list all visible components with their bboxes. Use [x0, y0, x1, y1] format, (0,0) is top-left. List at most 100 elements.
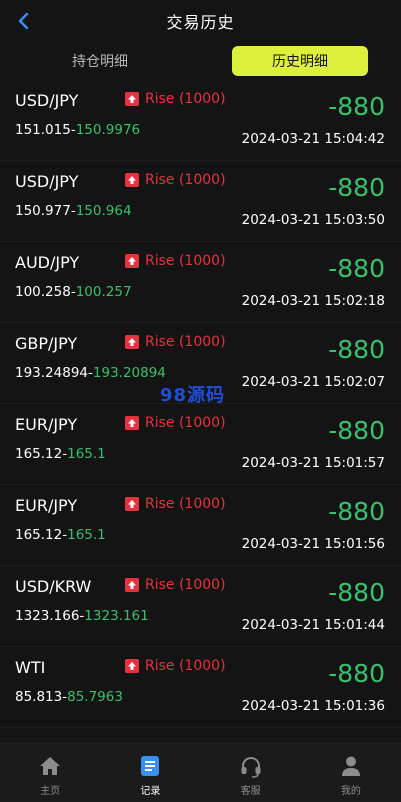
trade-time: 2024-03-21 15:02:18: [241, 293, 385, 309]
profit-loss: -880: [328, 416, 385, 445]
price-range: 193.24894-193.20894: [15, 365, 166, 381]
trade-time: 2024-03-21 15:01:36: [241, 698, 385, 714]
trade-time: 2024-03-21 15:01:57: [241, 455, 385, 471]
page-title: 交易历史: [166, 13, 235, 32]
open-price: 85.813: [15, 689, 63, 705]
open-price: 100.258: [15, 284, 71, 300]
close-price: 150.9976: [75, 122, 141, 138]
arrow-up-icon: [125, 92, 139, 106]
chevron-left-icon: [18, 12, 29, 30]
history-row[interactable]: USD/KRW Rise (1000) 1323.166-1323.161 -880 2…: [0, 566, 401, 647]
close-price: 150.964: [75, 203, 132, 219]
open-price: 165.12: [15, 527, 63, 543]
trade-time: 2024-03-21 15:02:07: [241, 374, 385, 390]
bottom-nav: 主页 记录 客服 我的: [0, 742, 401, 802]
profit-loss: -880: [328, 659, 385, 688]
trade-time: 2024-03-21 15:01:56: [241, 536, 385, 552]
trade-time: 2024-03-21 15:04:42: [241, 131, 385, 147]
price-range: 165.12-165.1: [15, 446, 106, 462]
history-row[interactable]: USD/JPY Rise (1000) 150.977-150.964 -880 202…: [0, 161, 401, 242]
arrow-up-icon: [125, 659, 139, 673]
close-price: 100.257: [75, 284, 132, 300]
direction-badge: Rise (1000): [125, 172, 226, 188]
nav-records-label: 记录: [140, 786, 161, 797]
direction-badge: Rise (1000): [125, 577, 226, 593]
direction-badge: Rise (1000): [125, 658, 226, 674]
nav-home-label: 主页: [40, 786, 61, 797]
back-button[interactable]: [12, 9, 34, 33]
direction-badge: Rise (1000): [125, 496, 226, 512]
nav-support-label: 客服: [240, 786, 261, 797]
user-icon: [341, 756, 360, 776]
open-price: 1323.166: [15, 608, 80, 624]
pair-symbol: WTI: [15, 658, 46, 677]
nav-records[interactable]: 记录: [100, 742, 200, 802]
close-price: 193.20894: [92, 365, 166, 381]
open-price: 165.12: [15, 446, 63, 462]
profit-loss: -880: [328, 173, 385, 202]
tab-bar: 持仓明细 历史明细: [0, 44, 401, 78]
arrow-up-icon: [125, 578, 139, 592]
nav-profile[interactable]: 我的: [301, 742, 401, 802]
nav-support[interactable]: 客服: [201, 742, 301, 802]
close-price: 165.1: [67, 527, 106, 543]
direction-label: Rise (1000): [145, 577, 226, 593]
direction-label: Rise (1000): [145, 172, 226, 188]
close-price: 165.1: [67, 446, 106, 462]
profit-loss: -880: [328, 578, 385, 607]
home-icon: [40, 757, 61, 775]
pair-symbol: GBP/JPY: [15, 334, 78, 353]
profit-loss: -880: [328, 254, 385, 283]
direction-label: Rise (1000): [145, 496, 226, 512]
pair-symbol: USD/JPY: [15, 172, 79, 191]
tab-holdings[interactable]: 持仓明细: [32, 46, 168, 76]
history-row[interactable]: AUD/JPY Rise (1000) 100.258-100.257 -880 202…: [0, 242, 401, 323]
price-range: 100.258-100.257: [15, 284, 132, 300]
trade-time: 2024-03-21 15:01:44: [241, 617, 385, 633]
arrow-up-icon: [125, 335, 139, 349]
pair-symbol: USD/KRW: [15, 577, 92, 596]
direction-label: Rise (1000): [145, 253, 226, 269]
history-row[interactable]: USD/JPY Rise (1000) 151.015-150.9976 -880 20…: [0, 80, 401, 161]
direction-badge: Rise (1000): [125, 253, 226, 269]
records-icon: [141, 756, 160, 776]
profit-loss: -880: [328, 335, 385, 364]
direction-badge: Rise (1000): [125, 334, 226, 350]
close-price: 85.7963: [67, 689, 123, 705]
tab-history[interactable]: 历史明细: [232, 46, 368, 76]
nav-profile-label: 我的: [340, 786, 361, 797]
price-range: 85.813-85.7963: [15, 689, 123, 705]
pair-symbol: EUR/JPY: [15, 415, 78, 434]
profit-loss: -880: [328, 92, 385, 121]
trade-time: 2024-03-21 15:03:50: [241, 212, 385, 228]
direction-label: Rise (1000): [145, 91, 226, 107]
price-range: 150.977-150.964: [15, 203, 132, 219]
nav-home[interactable]: 主页: [0, 742, 100, 802]
headset-icon: [241, 757, 261, 778]
history-row[interactable]: WTI Rise (1000) 85.813-85.7963 -880 2024-03-…: [0, 647, 401, 728]
open-price: 150.977: [15, 203, 71, 219]
history-row[interactable]: EUR/JPY Rise (1000) 165.12-165.1 -880 2024-0…: [0, 404, 401, 485]
watermark: 98源码: [160, 385, 226, 406]
arrow-up-icon: [125, 497, 139, 511]
profit-loss: -880: [328, 497, 385, 526]
header-bar: 交易历史: [0, 0, 401, 42]
pair-symbol: USD/JPY: [15, 91, 79, 110]
price-range: 1323.166-1323.161: [15, 608, 149, 624]
history-row[interactable]: EUR/JPY Rise (1000) 165.12-165.1 -880 2024-0…: [0, 485, 401, 566]
direction-label: Rise (1000): [145, 415, 226, 431]
arrow-up-icon: [125, 173, 139, 187]
arrow-up-icon: [125, 254, 139, 268]
direction-badge: Rise (1000): [125, 91, 226, 107]
close-price: 1323.161: [84, 608, 149, 624]
direction-label: Rise (1000): [145, 334, 226, 350]
price-range: 151.015-150.9976: [15, 122, 140, 138]
direction-label: Rise (1000): [145, 658, 226, 674]
price-range: 165.12-165.1: [15, 527, 106, 543]
pair-symbol: EUR/JPY: [15, 496, 78, 515]
open-price: 151.015: [15, 122, 71, 138]
direction-badge: Rise (1000): [125, 415, 226, 431]
open-price: 193.24894: [15, 365, 89, 381]
arrow-up-icon: [125, 416, 139, 430]
pair-symbol: AUD/JPY: [15, 253, 80, 272]
